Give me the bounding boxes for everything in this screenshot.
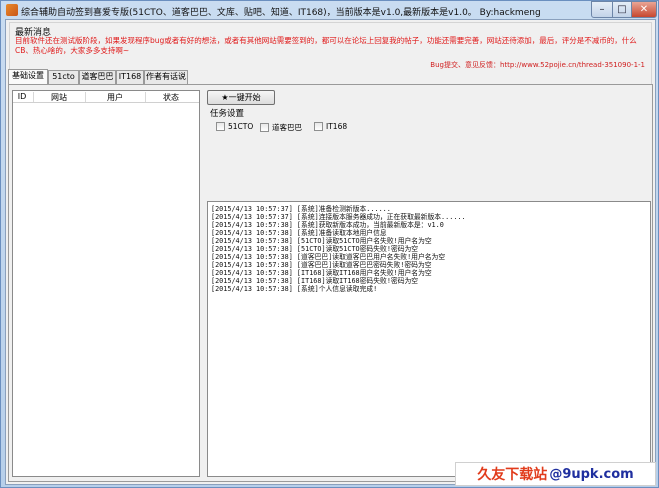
log-textbox[interactable]: [2015/4/13 10:57:37] [系统]准备检测新版本...... [… (207, 201, 651, 477)
checkbox-51cto[interactable]: 51CTO (216, 122, 253, 131)
minimize-button[interactable]: – (591, 1, 613, 18)
checkbox-doc88[interactable]: 道客巴巴 (260, 122, 302, 133)
client-area: 最新消息 目前软件还在测试版阶段，如果发现程序bug或者有好的想法，或者有其他网… (5, 19, 656, 485)
feedback-link[interactable]: Bug提交、意见反馈：http://www.52pojie.cn/thread-… (430, 60, 645, 70)
log-line: [2015/4/13 10:57:38] [系统]个人信息读取完成! (211, 285, 378, 293)
tab-doc88[interactable]: 道客巴巴 (79, 70, 116, 84)
task-settings-group: 任务设置 51CTO 道客巴巴 IT168 (207, 107, 651, 155)
tab-it168[interactable]: IT168 (116, 70, 144, 84)
column-header-status[interactable]: 状态 (146, 92, 196, 103)
column-header-user[interactable]: 用户 (86, 92, 144, 103)
tab-51cto[interactable]: 51cto (48, 70, 79, 84)
maximize-button[interactable]: □ (612, 1, 632, 18)
title-bar[interactable]: 综合辅助自动签到喜爱专版(51CTO、道客巴巴、文库、贴吧、知道、IT168)，… (1, 1, 658, 19)
checkbox-label: 道客巴巴 (272, 123, 302, 132)
close-icon: ✕ (639, 4, 649, 15)
watermark-cn-text: 久友下载站 (477, 467, 548, 483)
accounts-listview[interactable]: ID 网站 用户 状态 (12, 90, 200, 477)
maximize-icon: □ (617, 4, 627, 15)
tab-panel-basic-settings: ID 网站 用户 状态 ★一键开始 任务设置 51CTO 道客巴巴 IT168 … (8, 84, 653, 482)
minimize-icon: – (599, 4, 605, 15)
app-icon (6, 4, 18, 16)
column-header-site[interactable]: 网站 (34, 92, 84, 103)
checkbox-label: 51CTO (228, 122, 254, 131)
checkbox-it168[interactable]: IT168 (314, 122, 347, 131)
task-settings-label: 任务设置 (210, 109, 245, 119)
column-header-id[interactable]: ID (16, 92, 28, 101)
tab-author-notes[interactable]: 作者有话说 (144, 70, 188, 84)
checkbox-box[interactable] (314, 122, 323, 131)
news-body: 目前软件还在测试版阶段，如果发现程序bug或者有好的想法，或者有其他网站需要签到… (15, 36, 637, 55)
window-title: 综合辅助自动签到喜爱专版(51CTO、道客巴巴、文库、贴吧、知道、IT168)，… (21, 8, 541, 18)
checkbox-box[interactable] (216, 122, 225, 131)
checkbox-label: IT168 (326, 122, 348, 131)
watermark-url-text: @9upk.com (549, 466, 634, 482)
tab-basic-settings[interactable]: 基础设置 (8, 69, 48, 84)
site-watermark: 久友下载站 @9upk.com (455, 462, 656, 486)
accounts-list-header: ID 网站 用户 状态 (13, 91, 199, 103)
app-window: 综合辅助自动签到喜爱专版(51CTO、道客巴巴、文库、贴吧、知道、IT168)，… (0, 0, 659, 488)
start-all-button[interactable]: ★一键开始 (207, 90, 275, 105)
checkbox-box[interactable] (260, 123, 269, 132)
close-button[interactable]: ✕ (631, 1, 657, 18)
